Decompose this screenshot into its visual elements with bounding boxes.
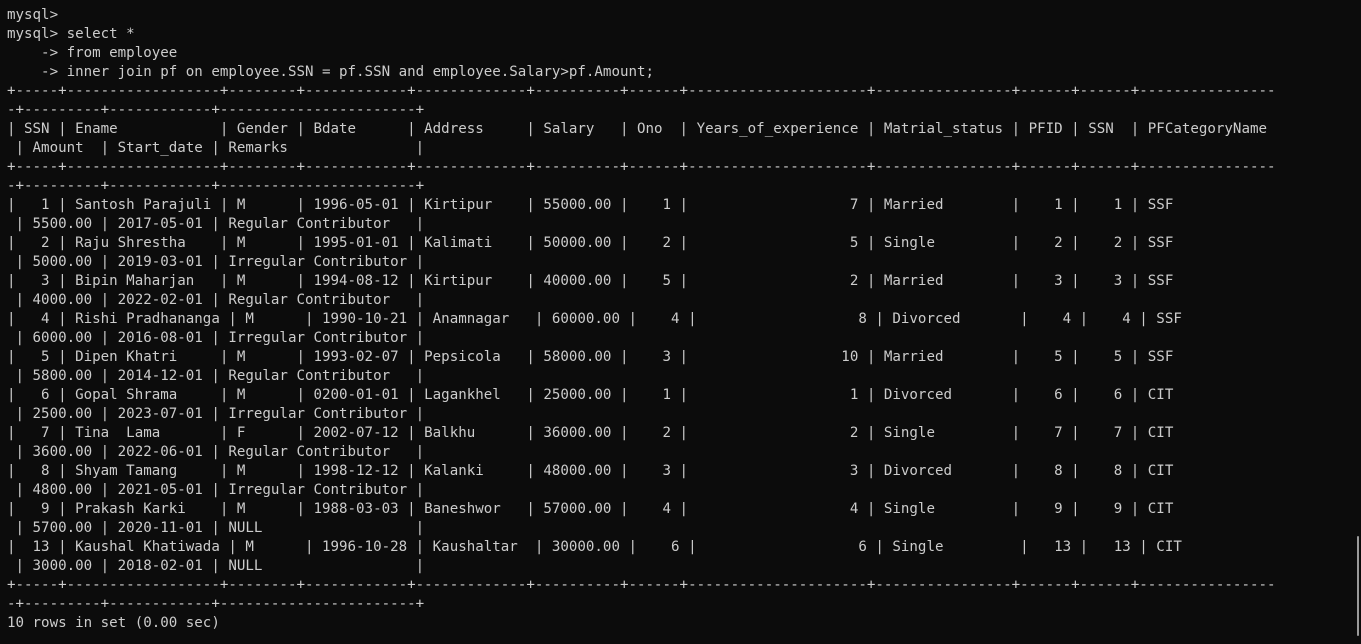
table-border-line: +-----+------------------+--------+-----… [7, 159, 1276, 175]
table-border-line: -+---------+------------+---------------… [7, 102, 425, 118]
table-border-line: -+---------+------------+---------------… [7, 178, 425, 194]
table-row-line: | 9 | Prakash Karki | M | 1988-03-03 | B… [7, 501, 1174, 517]
table-row-line: | 3 | Bipin Maharjan | M | 1994-08-12 | … [7, 273, 1174, 289]
query-continuation-line: -> from employee [7, 45, 178, 61]
terminal-output: mysql> mysql> select * -> from employee -… [7, 6, 1276, 633]
table-row-line: | 4800.00 | 2021-05-01 | Irregular Contr… [7, 482, 425, 498]
table-header-line: | SSN | Ename | Gender | Bdate | Address… [7, 121, 1267, 137]
table-row-line: | 4 | Rishi Pradhananga | M | 1990-10-21… [7, 311, 1182, 327]
table-row-line: | 4000.00 | 2022-02-01 | Regular Contrib… [7, 292, 425, 308]
prompt-line: mysql> select * [7, 26, 135, 42]
table-border-line: -+---------+------------+---------------… [7, 596, 425, 612]
table-header-line: | Amount | Start_date | Remarks | [7, 140, 425, 156]
table-row-line: | 5000.00 | 2019-03-01 | Irregular Contr… [7, 254, 425, 270]
scrollbar-thumb[interactable] [1357, 536, 1359, 636]
table-row-line: | 6000.00 | 2016-08-01 | Irregular Contr… [7, 330, 425, 346]
table-row-line: | 5500.00 | 2017-05-01 | Regular Contrib… [7, 216, 425, 232]
table-row-line: | 5800.00 | 2014-12-01 | Regular Contrib… [7, 368, 425, 384]
table-border-line: +-----+------------------+--------+-----… [7, 83, 1276, 99]
table-row-line: | 2500.00 | 2023-07-01 | Irregular Contr… [7, 406, 425, 422]
table-row-line: | 2 | Raju Shrestha | M | 1995-01-01 | K… [7, 235, 1174, 251]
table-row-line: | 13 | Kaushal Khatiwada | M | 1996-10-2… [7, 539, 1182, 555]
table-row-line: | 3600.00 | 2022-06-01 | Regular Contrib… [7, 444, 425, 460]
table-border-line: +-----+------------------+--------+-----… [7, 577, 1276, 593]
table-row-line: | 5700.00 | 2020-11-01 | NULL | [7, 520, 425, 536]
table-row-line: | 3000.00 | 2018-02-01 | NULL | [7, 558, 425, 574]
table-row-line: | 7 | Tina Lama | F | 2002-07-12 | Balkh… [7, 425, 1174, 441]
terminal-window[interactable]: mysql> mysql> select * -> from employee -… [0, 0, 1361, 644]
table-row-line: | 8 | Shyam Tamang | M | 1998-12-12 | Ka… [7, 463, 1174, 479]
result-summary-line: 10 rows in set (0.00 sec) [7, 615, 220, 631]
query-continuation-line: -> inner join pf on employee.SSN = pf.SS… [7, 64, 655, 80]
table-row-line: | 6 | Gopal Shrama | M | 0200-01-01 | La… [7, 387, 1174, 403]
table-row-line: | 5 | Dipen Khatri | M | 1993-02-07 | Pe… [7, 349, 1174, 365]
table-row-line: | 1 | Santosh Parajuli | M | 1996-05-01 … [7, 197, 1174, 213]
prompt-line: mysql> [7, 7, 59, 23]
